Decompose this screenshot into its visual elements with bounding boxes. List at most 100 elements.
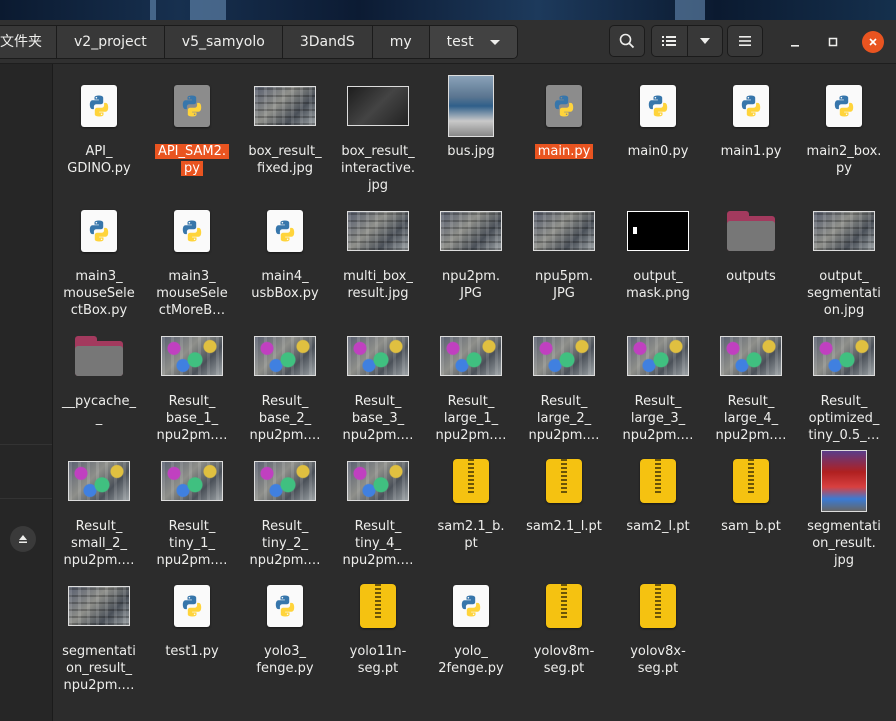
- image-thumbnail: [720, 336, 782, 376]
- file-name: segmentati on_result. jpg: [807, 519, 881, 568]
- eject-button[interactable]: [10, 526, 36, 552]
- file-thumbnail: [798, 446, 890, 516]
- maximize-icon: [828, 37, 838, 47]
- file-thumbnail: [612, 321, 704, 391]
- chevron-down-icon: [489, 39, 500, 45]
- python-file-icon: [733, 85, 769, 127]
- file-thumbnail: [332, 446, 424, 516]
- sidebar: [0, 64, 53, 721]
- breadcrumb-item[interactable]: v5_samyolo: [164, 26, 283, 58]
- file-name: main1.py: [720, 144, 782, 159]
- file-name: sam2_l.pt: [626, 519, 690, 534]
- breadcrumb-item[interactable]: v2_project: [57, 26, 165, 58]
- list-view-icon: [662, 36, 677, 46]
- breadcrumb-item[interactable]: 3DandS: [282, 26, 373, 58]
- file-thumbnail: [612, 196, 704, 266]
- file-thumbnail: [53, 321, 145, 391]
- file-name: main0.py: [627, 144, 689, 159]
- image-thumbnail: [533, 211, 595, 251]
- close-button[interactable]: [862, 31, 884, 53]
- image-thumbnail: [440, 336, 502, 376]
- file-name: Result_ base_1_ npu2pm.…: [156, 394, 228, 443]
- image-thumbnail: [254, 461, 316, 501]
- file-name: main3_ mouseSele ctBox.py: [63, 269, 135, 318]
- file-thumbnail: [798, 71, 890, 141]
- file-thumbnail: [332, 571, 424, 641]
- image-thumbnail: [627, 336, 689, 376]
- header-bar: 文件夹 v2_project v5_samyolo 3DandS my test: [0, 20, 896, 64]
- file-name: box_result_ interactive. jpg: [341, 144, 415, 193]
- image-thumbnail: [821, 450, 867, 512]
- file-name: main.py: [518, 143, 610, 160]
- file-name: bus.jpg: [447, 144, 495, 159]
- file-thumbnail: [146, 321, 238, 391]
- sidebar-divider: [0, 444, 52, 445]
- breadcrumb-current[interactable]: test: [429, 26, 517, 58]
- file-thumbnail: [239, 71, 331, 141]
- file-thumbnail: [705, 196, 797, 266]
- file-name: main2_box. py: [806, 144, 882, 176]
- breadcrumb: 文件夹 v2_project v5_samyolo 3DandS my test: [0, 25, 518, 59]
- file-name: Result_ base_3_ npu2pm.…: [342, 394, 414, 443]
- file-thumbnail: [518, 71, 610, 141]
- file-thumbnail: [705, 71, 797, 141]
- file-name: test1.py: [165, 644, 219, 659]
- file-thumbnail: [518, 321, 610, 391]
- python-file-icon: [81, 85, 117, 127]
- breadcrumb-item[interactable]: 文件夹: [0, 26, 57, 58]
- image-thumbnail: [627, 211, 689, 251]
- python-file-icon: [640, 85, 676, 127]
- list-view-button[interactable]: [652, 26, 687, 56]
- file-thumbnail: [146, 196, 238, 266]
- menu-button[interactable]: [727, 25, 763, 57]
- view-options-button[interactable]: [686, 26, 723, 56]
- hamburger-icon: [739, 36, 751, 46]
- file-name: outputs: [726, 269, 776, 284]
- breadcrumb-item[interactable]: my: [372, 26, 430, 58]
- image-thumbnail: [347, 336, 409, 376]
- python-file-icon: [81, 210, 117, 252]
- wallpaper-detail: [675, 0, 705, 20]
- image-thumbnail: [347, 86, 409, 126]
- file-thumbnail: [425, 446, 517, 516]
- search-button[interactable]: [609, 25, 645, 57]
- maximize-button[interactable]: [822, 31, 844, 53]
- file-name: Result_ small_2_ npu2pm.…: [63, 519, 135, 568]
- file-name: yolo11n-seg.pt: [349, 644, 407, 676]
- file-name: Result_ tiny_4_ npu2pm.…: [342, 519, 414, 568]
- image-thumbnail: [533, 336, 595, 376]
- file-name: Result_ base_2_ npu2pm.…: [249, 394, 321, 443]
- file-name: sam2.1_l.pt: [526, 519, 602, 534]
- minimize-button[interactable]: [784, 31, 806, 53]
- eject-icon: [19, 535, 27, 543]
- file-thumbnail: [146, 71, 238, 141]
- wallpaper-detail: [190, 0, 226, 20]
- file-name: yolo_ 2fenge.py: [438, 644, 504, 676]
- image-thumbnail: [347, 461, 409, 501]
- file-name: sam_b.pt: [721, 519, 781, 534]
- archive-file-icon: [546, 584, 582, 628]
- file-thumbnail: [425, 571, 517, 641]
- file-thumbnail: [53, 446, 145, 516]
- image-thumbnail: [68, 586, 130, 626]
- close-icon: [869, 38, 877, 46]
- python-file-icon: [453, 585, 489, 627]
- file-name: multi_box_ result.jpg: [343, 269, 413, 301]
- file-thumbnail: [239, 196, 331, 266]
- chevron-down-icon: [699, 38, 710, 44]
- image-thumbnail: [448, 75, 494, 137]
- file-name: yolov8m-seg.pt: [533, 644, 595, 676]
- archive-file-icon: [640, 584, 676, 628]
- file-thumbnail: [612, 71, 704, 141]
- file-thumbnail: [705, 321, 797, 391]
- file-thumbnail: [425, 196, 517, 266]
- file-name: yolo3_ fenge.py: [256, 644, 314, 676]
- desktop-wallpaper: [0, 0, 896, 20]
- python-file-icon: [174, 85, 210, 127]
- archive-file-icon: [640, 459, 676, 503]
- file-name: npu5pm. JPG: [534, 269, 594, 301]
- sidebar-divider: [0, 498, 52, 499]
- file-thumbnail: [332, 196, 424, 266]
- minimize-icon: [791, 45, 799, 47]
- file-thumbnail: [425, 321, 517, 391]
